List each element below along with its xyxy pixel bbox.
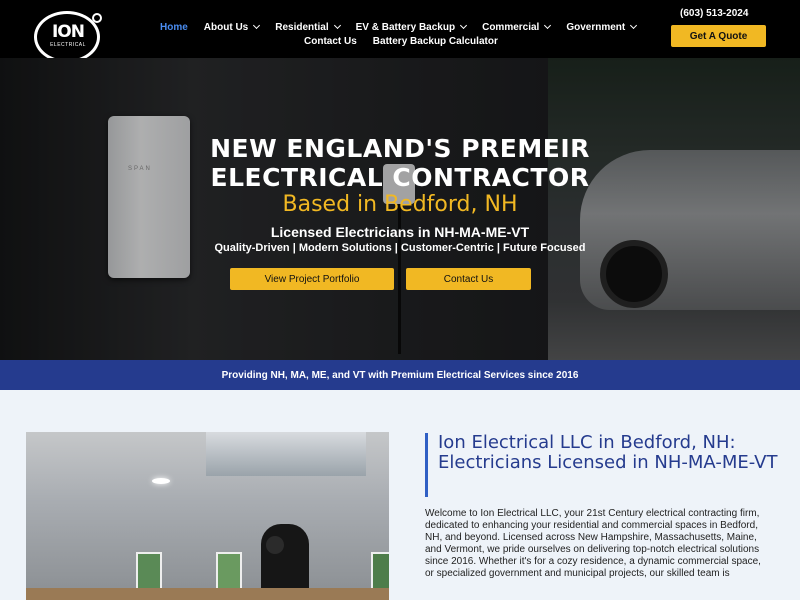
hero-title: NEW ENGLAND'S PREMEIR ELECTRICAL CONTRAC…: [160, 134, 640, 192]
get-a-quote-button[interactable]: Get A Quote: [671, 25, 766, 47]
nav-row-secondary: Contact Us Battery Backup Calculator: [304, 34, 660, 48]
nav-item-commercial[interactable]: Commercial: [482, 21, 552, 33]
hero-section: SPAN NEW ENGLAND'S PREMEIR ELECTRICAL CO…: [0, 58, 800, 360]
nav-item-about-us[interactable]: About Us: [203, 21, 261, 33]
photo-electrician-head: [266, 536, 284, 554]
photo-window: [136, 552, 162, 592]
site-header: ION ELECTRICAL Home About Us Residential…: [0, 0, 800, 63]
banner-text: Providing NH, MA, ME, and VT with Premiu…: [221, 369, 579, 381]
intro-heading-block: Ion Electrical LLC in Bedford, NH: Elect…: [425, 433, 785, 497]
logo-dot: [92, 13, 102, 23]
nav-item-label: About Us: [203, 21, 249, 33]
ion-electrical-logo[interactable]: ION ELECTRICAL: [32, 9, 104, 63]
hero-licensed-text: Licensed Electricians in NH-MA-ME-VT: [270, 224, 530, 240]
phone-number-link[interactable]: (603) 513-2024: [680, 8, 748, 19]
nav-item-battery-backup-calculator[interactable]: Battery Backup Calculator: [373, 36, 498, 47]
nav-item-label: Home: [160, 21, 188, 33]
hero-subtitle: Based in Bedford, NH: [282, 192, 518, 217]
view-project-portfolio-button[interactable]: View Project Portfolio: [230, 268, 394, 290]
photo-ceiling-light: [152, 478, 170, 484]
chevron-down-icon: [544, 21, 552, 30]
nav-item-ev-battery-backup[interactable]: EV & Battery Backup: [355, 21, 468, 33]
main-navigation: Home About Us Residential EV & Battery B…: [160, 20, 660, 48]
contact-us-button[interactable]: Contact Us: [406, 268, 531, 290]
hero-tagline: Quality-Driven | Modern Solutions | Cust…: [214, 242, 586, 254]
photo-skylight: [206, 432, 366, 476]
logo-subtext: ELECTRICAL: [50, 42, 86, 48]
nav-item-label: Government: [566, 21, 626, 33]
services-banner: Providing NH, MA, ME, and VT with Premiu…: [0, 360, 800, 390]
hero-title-line1: NEW ENGLAND'S PREMEIR: [210, 134, 590, 163]
intro-heading: Ion Electrical LLC in Bedford, NH: Elect…: [438, 432, 778, 473]
photo-window: [216, 552, 242, 592]
photo-floor: [26, 588, 389, 600]
hero-title-line2: ELECTRICAL CONTRACTOR: [210, 163, 590, 192]
intro-paragraph: Welcome to Ion Electrical LLC, your 21st…: [425, 508, 761, 579]
nav-item-residential[interactable]: Residential: [275, 21, 341, 33]
chevron-down-icon: [253, 21, 261, 30]
nav-item-government[interactable]: Government: [566, 21, 638, 33]
nav-item-label: Residential: [275, 21, 329, 33]
nav-item-label: EV & Battery Backup: [355, 21, 456, 33]
nav-row-primary: Home About Us Residential EV & Battery B…: [160, 20, 660, 34]
electrician-work-photo: [26, 432, 389, 600]
nav-item-contact-us[interactable]: Contact Us: [304, 36, 357, 47]
chevron-down-icon: [333, 21, 341, 30]
nav-item-label: Commercial: [482, 21, 540, 33]
chevron-down-icon: [630, 21, 638, 30]
chevron-down-icon: [460, 21, 468, 30]
nav-item-home[interactable]: Home: [160, 22, 188, 33]
logo-text: ION: [51, 22, 85, 42]
